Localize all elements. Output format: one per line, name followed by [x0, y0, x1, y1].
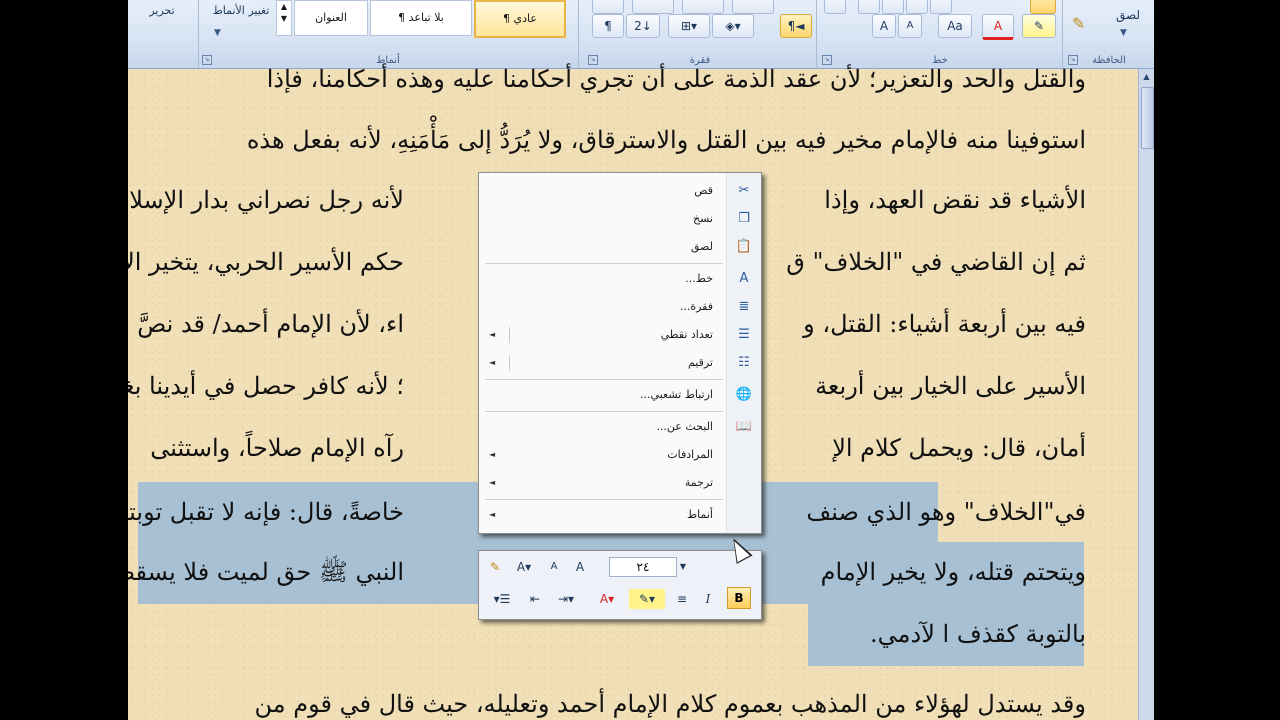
- text-line[interactable]: النبي ﷺ حق لميت فلا يسقط: [128, 542, 404, 602]
- paste-icon: 📋: [735, 239, 753, 254]
- grow-font-button[interactable]: A: [872, 14, 896, 38]
- menu-item-bullets[interactable]: ☰ تعداد نقطي ◄: [479, 321, 761, 349]
- text-line[interactable]: اء، لأن الإمام أحمد/ قد نصَّ في: [128, 294, 404, 354]
- format-painter-small[interactable]: [824, 0, 846, 14]
- styles-scroll-icon[interactable]: ▲ ▼: [276, 0, 292, 36]
- bold-button[interactable]: [1030, 0, 1056, 14]
- styles-icon[interactable]: A▾: [509, 557, 539, 577]
- context-menu: ✂ قص ❐ نسخ 📋 لصق A خط... ≣ فقرة... ☰ تعد…: [478, 172, 762, 534]
- shading-button[interactable]: ◈▾: [712, 14, 754, 38]
- font-color-button[interactable]: A: [982, 14, 1014, 40]
- strike-button[interactable]: [906, 0, 928, 14]
- style-title[interactable]: العنوان: [294, 0, 368, 36]
- bullets-icon[interactable]: ▾☰: [485, 589, 519, 609]
- bold-button[interactable]: B: [727, 587, 751, 609]
- format-painter-icon[interactable]: ✎: [1072, 14, 1085, 33]
- underline-button[interactable]: [930, 0, 952, 14]
- text-line[interactable]: وقد يستدل لهؤلاء من المذهب بعموم كلام ال…: [150, 674, 1086, 720]
- research-icon: 📖: [735, 419, 753, 434]
- text-line[interactable]: لأنه رجل نصراني بدار الإسلام.: [128, 170, 404, 230]
- show-marks-button[interactable]: ¶: [592, 14, 624, 38]
- font-icon: A: [739, 271, 749, 286]
- mini-toolbar: ✎ A▾ A A ٢٤ ▼ ▾☰ ⇤ ⇥▾ A▾ ✎▾ ≡ I B: [478, 550, 762, 620]
- submenu-arrow-icon: ◄: [489, 478, 496, 487]
- italic-button[interactable]: I: [697, 589, 719, 609]
- text-line[interactable]: خاصةً، قال: فإنه لا تقبل توبته،: [128, 482, 404, 542]
- borders-button[interactable]: ⊞▾: [668, 14, 710, 38]
- scroll-thumb[interactable]: [1141, 87, 1154, 149]
- submenu-arrow-icon[interactable]: ◄: [489, 349, 495, 377]
- font-size-input[interactable]: ٢٤: [609, 557, 677, 577]
- sort-button[interactable]: 2↓: [626, 14, 660, 38]
- subscript-button[interactable]: [858, 0, 880, 14]
- borders-top-button[interactable]: [732, 0, 774, 14]
- text-line[interactable]: استوفينا منه فالإمام مخير فيه بين القتل …: [150, 110, 1086, 170]
- menu-separator: [485, 379, 723, 380]
- highlight-button[interactable]: ✎: [1022, 14, 1056, 38]
- scroll-up-icon[interactable]: ▲: [1141, 71, 1152, 83]
- menu-separator: [485, 499, 723, 500]
- edit-button[interactable]: تحرير: [134, 4, 190, 17]
- menu-item-translate[interactable]: ترجمة ◄: [479, 469, 761, 497]
- text-line[interactable]: بالتوبة كقذف ا لآدمي.: [808, 604, 1086, 664]
- font-size-dropdown-icon[interactable]: ▼: [677, 557, 689, 577]
- change-styles-button[interactable]: تغيير الأنماط: [206, 4, 276, 17]
- center-align-icon[interactable]: ≡: [671, 589, 693, 609]
- spacing-button[interactable]: [682, 0, 724, 14]
- change-case-button[interactable]: Aa: [938, 14, 972, 38]
- decrease-indent-icon[interactable]: ⇤: [523, 589, 547, 609]
- menu-item-font[interactable]: A خط...: [479, 265, 761, 293]
- menu-item-cut[interactable]: ✂ قص: [479, 177, 761, 205]
- menu-item-paste[interactable]: 📋 لصق: [479, 233, 761, 261]
- paragraph-icon: ≣: [738, 299, 750, 314]
- text-line[interactable]: حكم الأسير الحربي، يتخير الإمام: [128, 232, 404, 292]
- format-painter-icon[interactable]: ✎: [485, 557, 505, 577]
- paste-button[interactable]: لصق: [1108, 8, 1148, 22]
- word-window: تحرير تغيير الأنماط ▼ ▲ ▼ العنوان ¶ بلا ت…: [128, 0, 1154, 720]
- menu-separator: [485, 263, 723, 264]
- increase-indent-icon[interactable]: ⇥▾: [551, 589, 581, 609]
- menu-item-look-up[interactable]: 📖 البحث عن...: [479, 413, 761, 441]
- font-color-icon[interactable]: A▾: [589, 589, 625, 609]
- menu-item-numbering[interactable]: ☷ ترقيم ◄: [479, 349, 761, 377]
- menu-item-synonyms[interactable]: المرادفات ◄: [479, 441, 761, 469]
- submenu-arrow-icon: ◄: [489, 450, 496, 459]
- highlight-icon[interactable]: ✎▾: [629, 589, 665, 609]
- paste-dropdown-icon[interactable]: ▼: [1120, 28, 1127, 38]
- numbering-icon: ☷: [738, 355, 750, 370]
- menu-separator: [485, 411, 723, 412]
- scissors-icon: ✂: [738, 183, 750, 198]
- submenu-arrow-icon: ◄: [489, 510, 496, 519]
- submenu-arrow-icon[interactable]: ◄: [489, 321, 495, 349]
- menu-item-paragraph[interactable]: ≣ فقرة...: [479, 293, 761, 321]
- style-no-spacing[interactable]: ¶ بلا تباعد: [370, 0, 472, 36]
- split-divider: [509, 355, 510, 371]
- hyperlink-icon: 🌐: [735, 387, 753, 402]
- menu-item-hyperlink[interactable]: 🌐 ارتباط تشعبي...: [479, 381, 761, 409]
- grow-font-button[interactable]: A: [569, 557, 591, 577]
- shrink-font-button[interactable]: A: [543, 557, 565, 577]
- vertical-scrollbar[interactable]: ▲: [1138, 69, 1154, 720]
- style-normal[interactable]: ¶ عادي: [474, 0, 566, 38]
- indent-button[interactable]: [632, 0, 674, 14]
- text-line[interactable]: رآه الإمام صلاحاً، واستثنى: [150, 418, 404, 478]
- text-line[interactable]: ؛ لأنه كافر حصل في أيدينا بغير: [128, 356, 404, 416]
- split-divider: [509, 327, 510, 343]
- copy-icon: ❐: [738, 211, 750, 226]
- menu-item-copy[interactable]: ❐ نسخ: [479, 205, 761, 233]
- change-styles-dropdown-icon[interactable]: ▼: [214, 28, 221, 38]
- rtl-button[interactable]: ¶◄: [780, 14, 812, 38]
- superscript-button[interactable]: [882, 0, 904, 14]
- menu-item-styles[interactable]: أنماط ◄: [479, 501, 761, 529]
- shrink-font-button[interactable]: A: [898, 14, 922, 38]
- text-line[interactable]: والقتل والحد والتعزير؛ لأن عقد الذمة على…: [150, 49, 1086, 109]
- align-button[interactable]: [592, 0, 624, 14]
- bullets-icon: ☰: [738, 327, 750, 342]
